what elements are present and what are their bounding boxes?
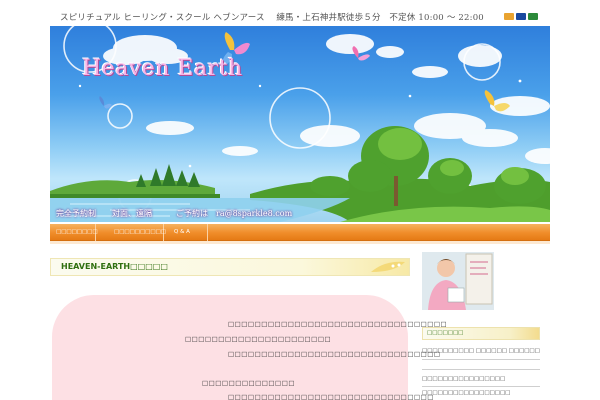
nav-shadow <box>50 241 550 244</box>
header-banner: Heaven Earth 完全予約制 対面、遠隔 ご予約は ra@8sparkl… <box>50 26 550 222</box>
intro-line-3: □□□□□□□□□□□□□□□□□□□□□□□□□□□□□□□□ <box>228 350 441 358</box>
visa-icon <box>516 13 526 20</box>
main-nav: □□□□□□□□ □□□□□□□□□□ Q & A <box>50 224 550 241</box>
banner-reservation-caption: 完全予約制 対面、遠隔 ご予約は ra@8sparkle8.com <box>56 209 293 218</box>
main-section-heading: HEAVEN-EARTH□□□□□ <box>50 258 410 276</box>
profile-photo <box>422 252 494 310</box>
page-title: HEAVEN-EARTH□□□□□ <box>61 262 168 271</box>
jcb-icon <box>528 13 538 20</box>
sidebar-link-1[interactable]: □□□□□□□□□□ □□□□□□ □□□□□□ <box>422 348 540 354</box>
nav-item-2[interactable]: □□□□□□□□□□ <box>96 224 166 241</box>
banner-title: Heaven Earth <box>82 56 243 81</box>
sidebar-link-2[interactable]: □□□□□□□□□□□□□□□□ <box>422 376 540 382</box>
sidebar-heading-text: □□□□□□□ <box>427 330 464 336</box>
leaf-decoration-icon <box>371 261 405 272</box>
nav-item-qa[interactable]: Q & A <box>164 224 208 241</box>
sidebar-link-3[interactable]: □□□□□□□□□□□□□□□□□ <box>422 390 540 396</box>
intro-line-2: □□□□□□□□□□□□□□□□□□□□□□ <box>185 335 332 343</box>
intro-line-5: □□□□□□□□□□□□□□□□□□□□□□□□□□□□□□□ <box>228 393 434 400</box>
mastercard-icon <box>504 13 514 20</box>
sidebar-divider <box>422 359 540 360</box>
sidebar-divider <box>422 386 540 387</box>
school-info-text: スピリチュアル ヒーリング・スクール ヘブンアース 練馬・上石神井駅徒歩５分 不… <box>60 13 484 23</box>
nav-item-1[interactable]: □□□□□□□□ <box>50 224 98 241</box>
intro-line-1: □□□□□□□□□□□□□□□□□□□□□□□□□□□□□□□□□ <box>228 320 448 328</box>
person-photo-illustration <box>422 252 494 310</box>
sidebar-heading: □□□□□□□ <box>422 327 540 340</box>
intro-line-4: □□□□□□□□□□□□□□ <box>202 379 295 387</box>
top-info-bar: スピリチュアル ヒーリング・スクール ヘブンアース 練馬・上石神井駅徒歩５分 不… <box>50 8 550 26</box>
sidebar-divider <box>422 369 540 370</box>
payment-cards <box>504 13 538 20</box>
